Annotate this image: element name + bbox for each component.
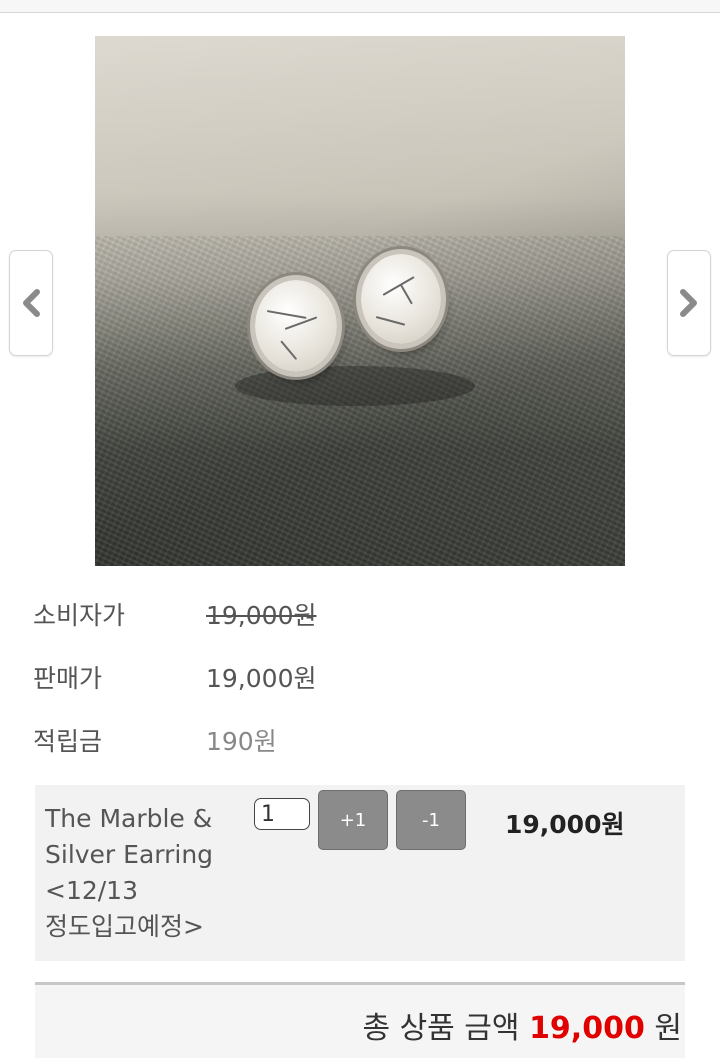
- product-image[interactable]: [95, 36, 625, 566]
- option-name-line: The Marble &: [45, 804, 213, 833]
- quantity-decrease-button[interactable]: -1: [396, 790, 466, 850]
- option-price: 19,000원: [505, 810, 625, 839]
- gallery-next-button[interactable]: [667, 250, 711, 356]
- sale-price-value: 19,000원: [206, 664, 317, 693]
- selected-option-row: The Marble & Silver Earring <12/13 정도입고예…: [35, 785, 685, 961]
- product-gallery: [0, 36, 720, 566]
- earring-shadow: [235, 366, 475, 406]
- option-name-line: Silver Earring: [45, 840, 214, 869]
- total-amount: 19,000: [529, 1011, 645, 1046]
- chevron-right-icon: [680, 289, 697, 317]
- total-label: 총 상품 금액: [362, 1011, 520, 1046]
- earring-left: [255, 280, 337, 372]
- option-name-line: 정도입고예정>: [45, 912, 204, 941]
- quantity-input[interactable]: [254, 798, 310, 830]
- option-name-line: <12/13: [45, 876, 138, 905]
- earring-right: [361, 254, 441, 344]
- mileage-label: 적립금: [33, 727, 103, 756]
- quantity-increase-button[interactable]: +1: [318, 790, 388, 850]
- chevron-left-icon: [23, 289, 40, 317]
- top-divider: [0, 0, 720, 13]
- consumer-price-value: 19,000원: [206, 601, 317, 630]
- total-price-bar: 총 상품 금액 19,000 원: [35, 982, 685, 1058]
- total-unit: 원: [654, 1011, 682, 1046]
- total-price: 총 상품 금액 19,000 원: [362, 1003, 682, 1047]
- consumer-price-label: 소비자가: [33, 601, 126, 630]
- option-name: The Marble & Silver Earring <12/13 정도입고예…: [45, 801, 245, 945]
- sale-price-label: 판매가: [33, 664, 103, 693]
- mileage-value: 190원: [206, 727, 277, 756]
- gallery-prev-button[interactable]: [9, 250, 53, 356]
